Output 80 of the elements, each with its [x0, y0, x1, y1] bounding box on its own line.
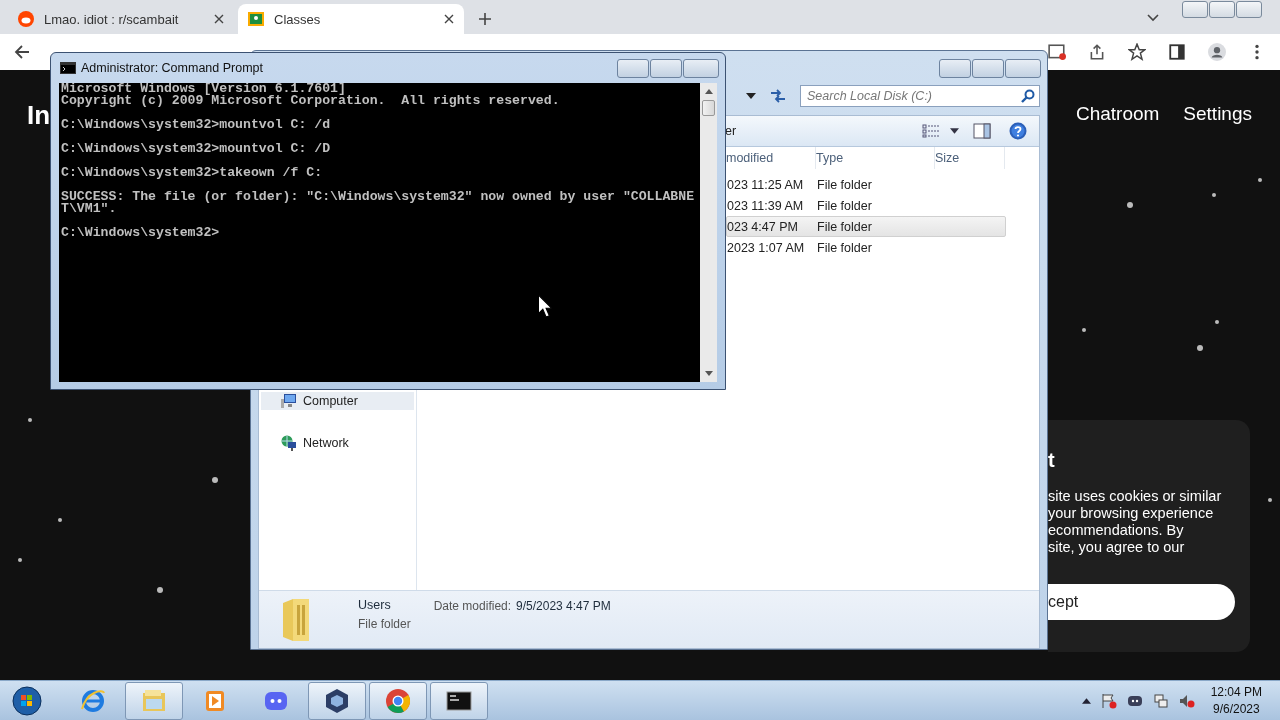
search-field[interactable]: Search Local Disk (C:) — [800, 85, 1040, 107]
file-row[interactable]: 2023 1:07 AM File folder — [726, 237, 1006, 258]
share-icon[interactable] — [1088, 43, 1106, 61]
item-type: File folder — [358, 617, 411, 631]
taskbar-button[interactable] — [430, 681, 488, 720]
console-line: C:\Windows\system32>mountvol C: /d — [61, 119, 332, 131]
console-icon — [60, 62, 76, 74]
star-icon[interactable] — [1128, 43, 1146, 61]
back-arrow-icon[interactable] — [14, 44, 30, 60]
scroll-up-arrow-icon[interactable] — [704, 89, 713, 94]
file-row[interactable]: 023 11:39 AM File folder — [726, 195, 1006, 216]
console-line: C:\Windows\system32> — [61, 227, 221, 239]
chevron-down-icon[interactable] — [1147, 14, 1159, 22]
computer-icon — [281, 393, 297, 409]
cookie-title: t — [1048, 449, 1056, 472]
side-panel-icon[interactable] — [1168, 43, 1186, 61]
minimize-button[interactable] — [939, 59, 971, 78]
column-header[interactable]: Size — [935, 147, 1005, 169]
maximize-button[interactable] — [650, 58, 682, 78]
profile-icon[interactable] — [1208, 43, 1226, 61]
maximize-button[interactable] — [1209, 1, 1235, 18]
console-line: Copyright (c) 2009 Microsoft Corporation. All rights reserved. — [61, 95, 561, 107]
blocked-popup-icon[interactable] — [1048, 43, 1066, 61]
console-line: T\VM1". — [61, 203, 118, 215]
preview-pane-icon[interactable] — [973, 123, 991, 139]
network-icon[interactable] — [1152, 692, 1169, 709]
cube-icon — [323, 686, 351, 715]
start-button[interactable] — [12, 685, 42, 716]
file-row[interactable]: 023 4:47 PM File folder — [726, 216, 1006, 237]
help-icon[interactable] — [1009, 122, 1027, 140]
console-line: SUCCESS: The file (or folder): "C:\Windows\system32" now owned by user "COLLABNE — [61, 191, 696, 203]
cookie-text: your browsing experience — [1048, 505, 1215, 522]
window-title: Administrator: Command Prompt — [81, 61, 263, 75]
minimize-button[interactable] — [617, 58, 649, 78]
minimize-button[interactable] — [1182, 1, 1208, 18]
close-icon[interactable] — [444, 14, 454, 24]
view-list-icon[interactable] — [922, 123, 940, 139]
close-button[interactable] — [683, 58, 719, 78]
folder-icon — [281, 597, 311, 643]
scroll-down-arrow-icon[interactable] — [704, 371, 713, 376]
network-icon — [281, 435, 297, 451]
close-button[interactable] — [1236, 1, 1262, 18]
refresh-icon[interactable] — [768, 87, 788, 105]
caret-up-icon[interactable] — [1081, 697, 1091, 704]
maximize-button[interactable] — [972, 59, 1004, 78]
cursor-icon — [537, 294, 553, 318]
column-header[interactable]: Type — [816, 147, 935, 169]
scrollbar[interactable] — [700, 83, 717, 382]
cookie-text: site uses cookies or similar — [1048, 488, 1223, 505]
accept-button[interactable]: cept — [1048, 584, 1235, 620]
date-value: 9/5/2023 4:47 PM — [516, 599, 611, 613]
scroll-thumb[interactable] — [702, 100, 715, 116]
nav-pane-item[interactable]: Network — [261, 434, 414, 452]
toolbar-text[interactable]: er — [725, 124, 737, 138]
console-line: C:\Windows\system32>takeown /f C: — [61, 167, 324, 179]
flag-icon[interactable] — [1100, 692, 1117, 709]
nav-link[interactable]: Chatroom — [1075, 103, 1160, 125]
browser-tab[interactable]: Classes — [238, 4, 464, 34]
close-button[interactable] — [1005, 59, 1041, 78]
close-icon[interactable] — [214, 14, 224, 24]
nav-link[interactable]: Settings — [1183, 103, 1252, 125]
cookie-text: ecommendations. By — [1048, 522, 1185, 539]
caret-icon[interactable] — [950, 128, 959, 134]
clock-date[interactable]: 9/6/2023 — [1212, 702, 1260, 716]
clock-time[interactable]: 12:04 PM — [1210, 685, 1262, 699]
cookie-text: site, you agree to our — [1048, 539, 1186, 556]
browser-tab[interactable]: Lmao. idiot : r/scambait — [8, 4, 234, 34]
caret-icon[interactable] — [746, 93, 756, 99]
search-icon — [1021, 89, 1035, 103]
file-row[interactable]: 023 11:25 AM File folder — [726, 174, 1006, 195]
taskbar-button[interactable] — [308, 681, 366, 720]
console-line: C:\Windows\system32>mountvol C: /D — [61, 143, 332, 155]
item-name: Users — [358, 598, 392, 612]
classroom-icon — [248, 11, 264, 27]
date-label: Date modified: — [433, 599, 512, 613]
console-line: Microsoft Windows [Version 6.1.7601] — [61, 83, 346, 95]
plus-icon[interactable] — [478, 12, 492, 26]
circle-logo-icon — [384, 686, 412, 715]
nav-pane-item[interactable]: Computer — [261, 392, 414, 410]
site-logo[interactable]: In — [27, 100, 51, 131]
